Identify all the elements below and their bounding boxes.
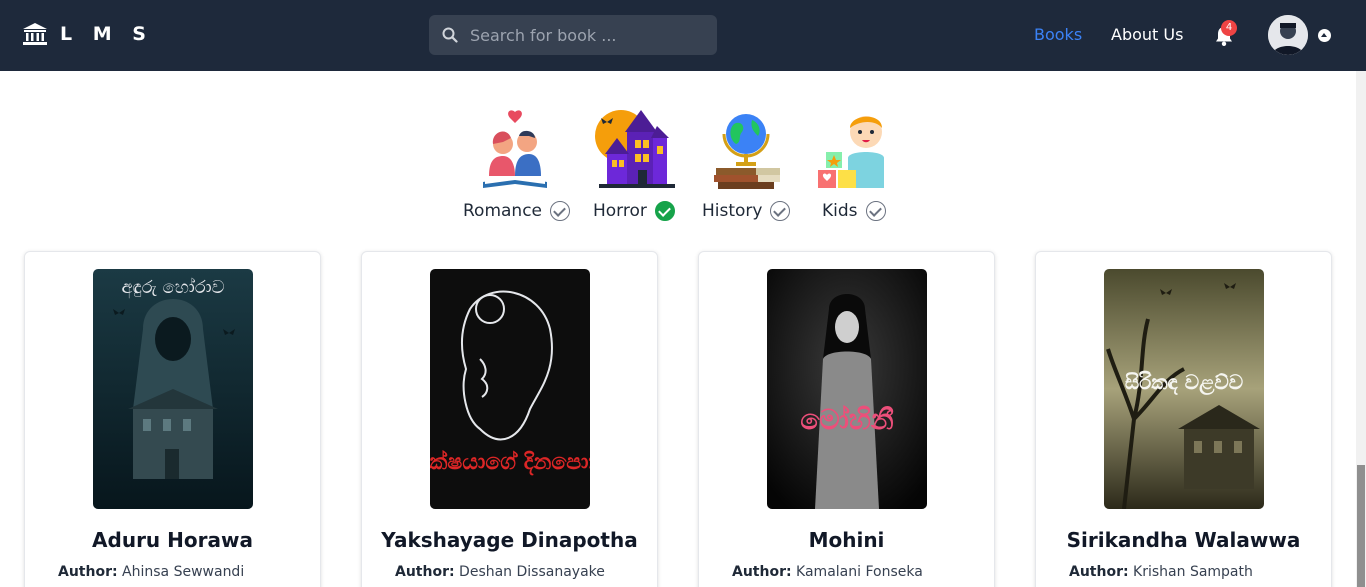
book-title[interactable]: Yakshayage Dinapotha: [362, 528, 657, 552]
book-card[interactable]: යක්ෂයාගේ දිනපොත Yakshayage Dinapotha Aut…: [361, 251, 658, 587]
category-label: Kids: [822, 201, 858, 221]
check-circle-icon[interactable]: [865, 201, 886, 221]
category-label: Romance: [463, 201, 543, 221]
nav-about-link[interactable]: About Us: [1111, 25, 1183, 44]
check-circle-icon[interactable]: [770, 201, 791, 221]
cover-title: සිරිකඳ වළව්ව: [1125, 370, 1243, 396]
child-blocks-icon: [818, 116, 884, 188]
book-card[interactable]: මෝහිනී Mohini Author: Kamalani Fonseka: [698, 251, 995, 587]
book-author: Author: Deshan Dissanayake: [395, 564, 605, 580]
avatar-image: [1268, 15, 1308, 55]
author-label: Author:: [58, 564, 118, 580]
author-name: Deshan Dissanayake: [459, 564, 605, 580]
notification-badge: 4: [1221, 20, 1237, 36]
author-label: Author:: [732, 564, 792, 580]
check-circle-filled-icon[interactable]: [654, 201, 675, 221]
library-building-icon: [23, 23, 47, 45]
author-name: Kamalani Fonseka: [796, 564, 923, 580]
category-romance[interactable]: Romance: [463, 201, 571, 221]
category-history[interactable]: History: [702, 201, 791, 221]
book-card[interactable]: සිරිකඳ වළව්ව Sirikandha Walawwa Author: …: [1035, 251, 1332, 587]
book-author: Author: Krishan Sampath: [1069, 564, 1253, 580]
page: L M S Books About Us 4: [0, 0, 1366, 587]
category-kids-image[interactable]: [816, 108, 900, 192]
book-cover[interactable]: සිරිකඳ වළව්ව: [1104, 269, 1264, 509]
author-name: Krishan Sampath: [1133, 564, 1253, 580]
book-cover[interactable]: මෝහිනී: [767, 269, 927, 509]
avatar[interactable]: [1268, 15, 1308, 55]
author-name: Ahinsa Sewwandi: [122, 564, 245, 580]
category-kids[interactable]: Kids: [822, 201, 886, 221]
haunted-house-icon: [595, 110, 675, 188]
book-cover-image: අඳුරු හෝරාව: [93, 269, 253, 509]
author-label: Author:: [1069, 564, 1129, 580]
logo-text: L M S: [60, 23, 153, 45]
globe-books-icon: [714, 114, 780, 189]
category-horror-image[interactable]: [595, 108, 679, 192]
search-icon: [442, 27, 458, 43]
check-circle-icon[interactable]: [550, 201, 571, 221]
book-cover-image: මෝහිනී: [767, 269, 927, 509]
book-author: Author: Ahinsa Sewwandi: [58, 564, 244, 580]
category-romance-image[interactable]: [473, 108, 557, 192]
logo[interactable]: L M S: [22, 22, 153, 46]
category-history-image[interactable]: [712, 108, 796, 192]
scrollbar-thumb[interactable]: [1357, 465, 1365, 587]
book-cover-image: යක්ෂයාගේ දිනපොත: [430, 269, 590, 509]
book-title[interactable]: Mohini: [699, 528, 994, 552]
category-label: History: [702, 201, 763, 221]
book-title[interactable]: Aduru Horawa: [25, 528, 320, 552]
book-cover-image: සිරිකඳ වළව්ව: [1104, 269, 1264, 509]
book-cover[interactable]: අඳුරු හෝරාව: [93, 269, 253, 509]
cover-title: යක්ෂයාගේ දිනපොත: [430, 449, 590, 476]
book-author: Author: Kamalani Fonseka: [732, 564, 923, 580]
navbar: L M S Books About Us 4: [0, 0, 1366, 71]
book-cover[interactable]: යක්ෂයාගේ දිනපොත: [430, 269, 590, 509]
cover-title: මෝහිනී: [800, 403, 894, 436]
nav-books-link[interactable]: Books: [1034, 25, 1082, 44]
author-label: Author:: [395, 564, 455, 580]
cover-title: අඳුරු හෝරාව: [121, 277, 224, 299]
category-label: Horror: [593, 201, 647, 221]
romance-couple-book-icon: [483, 110, 547, 188]
avatar-dropdown-icon[interactable]: [1318, 29, 1331, 42]
book-title[interactable]: Sirikandha Walawwa: [1036, 528, 1331, 552]
book-card[interactable]: අඳුරු හෝරාව Aduru Horawa Author: Ahinsa …: [24, 251, 321, 587]
category-horror[interactable]: Horror: [593, 201, 675, 221]
search-box[interactable]: [429, 15, 717, 55]
search-input[interactable]: [470, 25, 705, 45]
